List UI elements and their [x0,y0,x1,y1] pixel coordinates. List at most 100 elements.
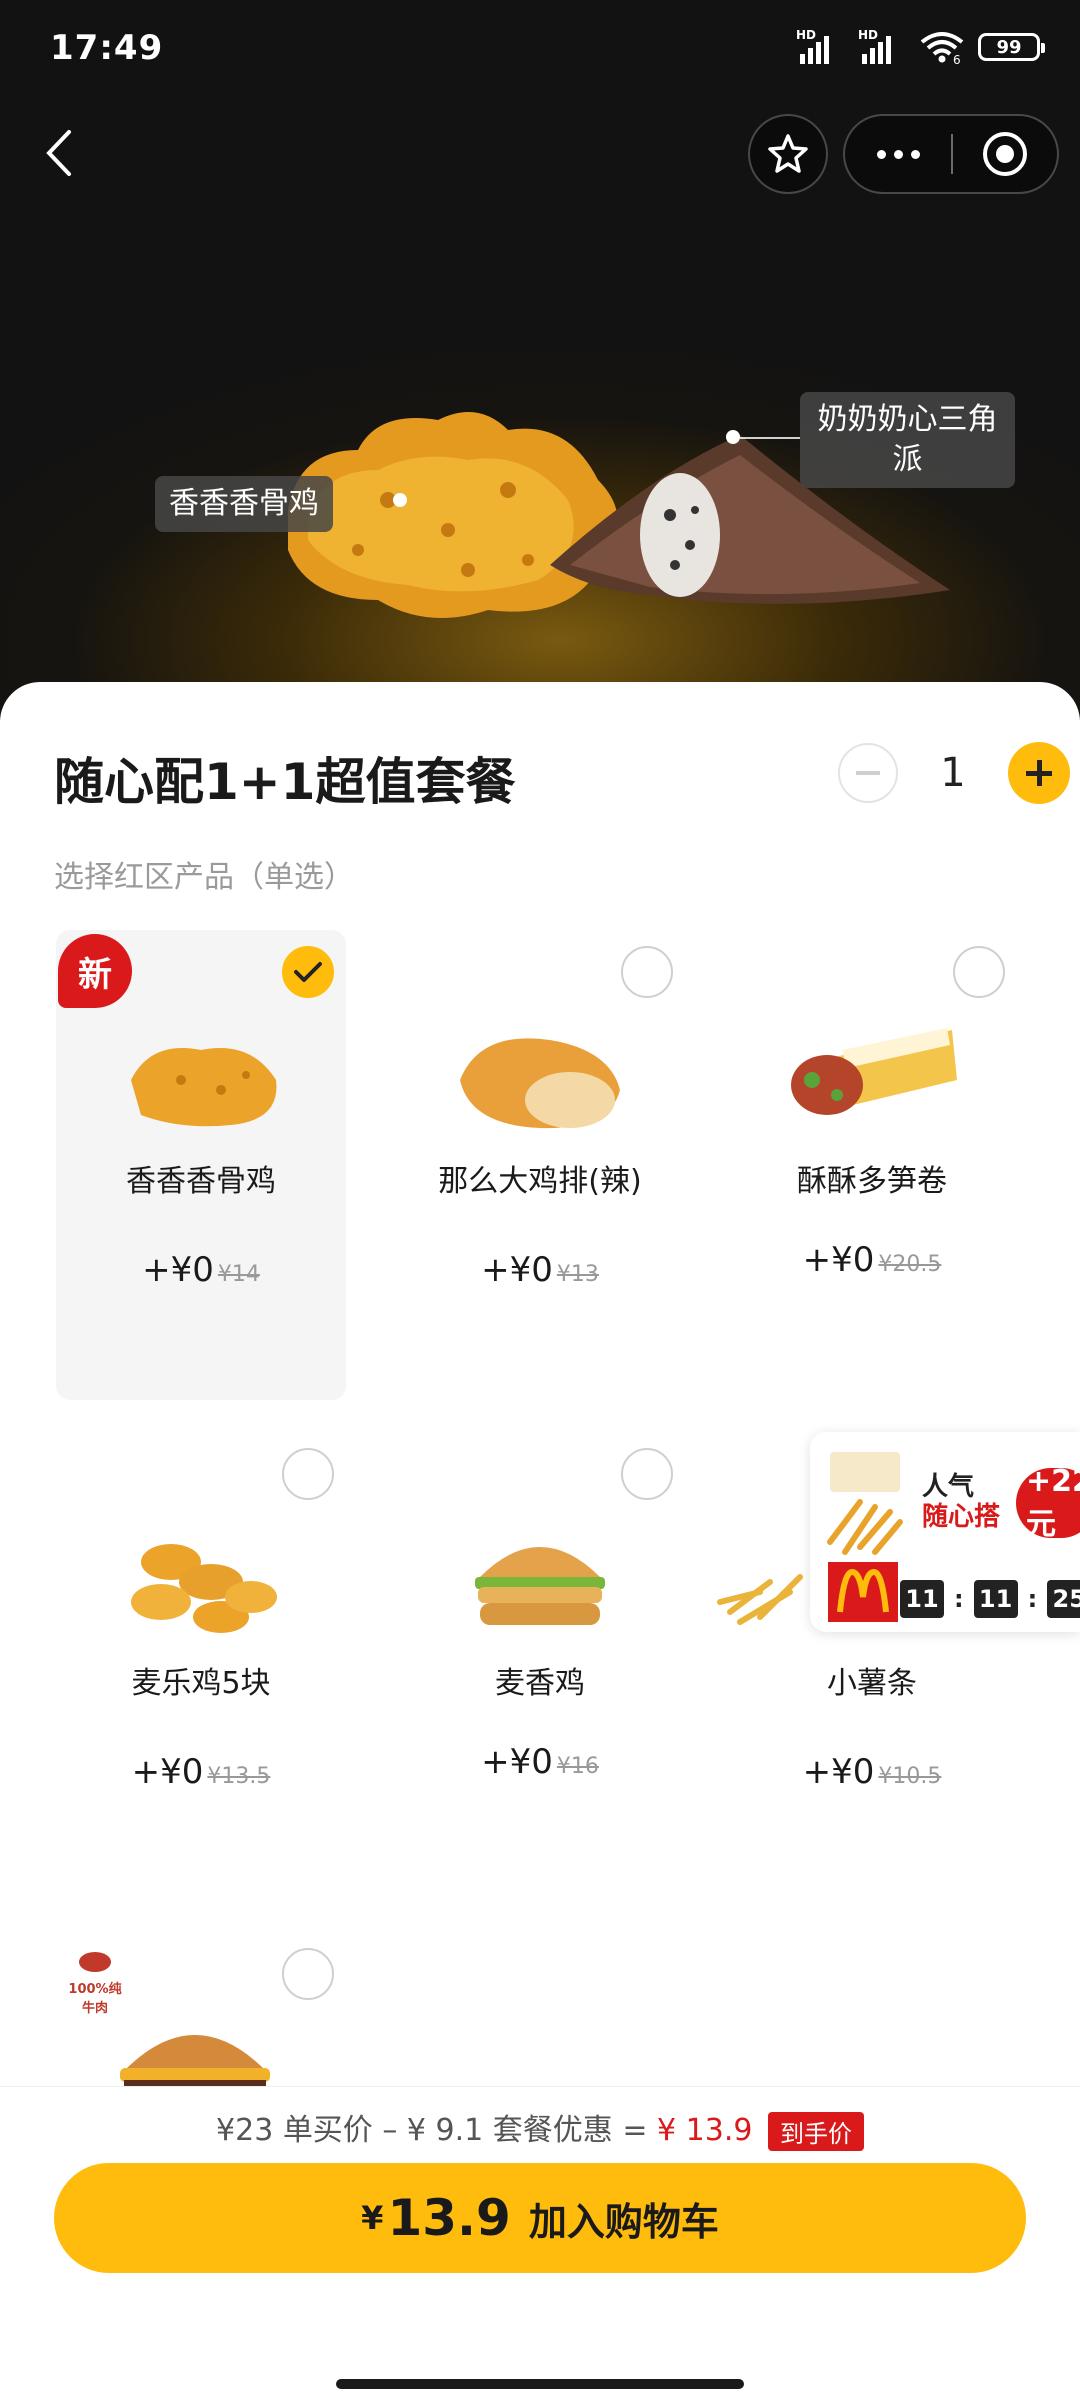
mini-program-capsule [843,114,1059,194]
hotspot-line [740,437,800,439]
wifi-icon: 6 [920,32,964,64]
option-name: 那么大鸡排(辣) [438,1164,642,1199]
option-card-nuggets[interactable]: 麦乐鸡5块 +¥0 ¥13.5 [56,1432,346,1902]
combo-discount: ¥ 9.1 套餐优惠 [406,2113,613,2148]
status-bar: 17:49 HD HD 6 99 [0,0,1080,100]
status-icons: HD HD 6 99 [796,28,1045,64]
price-add: +¥0 [481,1250,553,1290]
check-icon [294,962,322,982]
food-image [131,1544,277,1633]
price-original: ¥20.5 [878,1252,942,1277]
cta-amount: 13.9 [387,2189,511,2247]
promo-line1: 人气 [922,1472,975,1502]
battery-icon: 99 [978,33,1045,61]
timer-seconds: 25 [1047,1580,1080,1618]
option-radio-selected[interactable] [282,946,334,998]
hero-banner: 17:49 HD HD 6 99 香香香骨鸡 奶奶奶心三角派 [0,0,1080,720]
option-name: 香香香骨鸡 [126,1164,276,1199]
timer-hours: 11 [900,1580,944,1618]
hero-tag-pie: 奶奶奶心三角派 [800,392,1015,488]
option-price: +¥0 ¥16 [395,1742,685,1782]
minus-sign: – [382,2113,398,2148]
promo-line2: 随心搭 [922,1502,1001,1532]
battery-level: 99 [996,36,1022,58]
food-image [791,1028,957,1115]
option-price: +¥0 ¥20.5 [727,1240,1017,1280]
decrease-button[interactable] [838,743,898,803]
promo-popup[interactable]: 人气 随心搭 +22元 11: 11: 25 [810,1432,1080,1632]
timer-minutes: 11 [973,1580,1018,1618]
back-button[interactable] [28,118,88,188]
final-price-chip: 到手价 [767,2112,864,2151]
increase-button[interactable] [1008,742,1070,804]
option-radio[interactable] [621,946,673,998]
close-miniprogram-button[interactable] [953,114,1057,194]
price-add: +¥0 [142,1250,214,1290]
wifi-label: 6 [953,53,961,64]
price-original: ¥10.5 [878,1764,942,1789]
chevron-left-icon [46,130,71,176]
option-card-big-chicken-cutlet[interactable]: 那么大鸡排(辣) +¥0 ¥13 [395,930,685,1400]
price-add: +¥0 [131,1752,204,1792]
price-add: +¥0 [481,1742,553,1782]
option-card-bamboo-wrap[interactable]: 酥酥多笋卷 +¥0 ¥20.5 [727,930,1017,1400]
hero-tag-chicken: 香香香骨鸡 [155,476,333,532]
food-image [475,1547,605,1625]
food-image [131,1048,277,1127]
target-icon [982,132,1027,176]
signal-icon: HD [796,28,844,64]
price-add: +¥0 [802,1752,875,1792]
product-title: 随心配1+1超值套餐 [54,753,516,811]
cta-currency: ¥ [361,2199,384,2237]
price-original: ¥13 [556,1262,599,1287]
status-time: 17:49 [50,28,164,68]
cow-icon [79,1952,111,1972]
quantity-value: 1 [940,750,966,796]
section-label: 选择红区产品（单选） [54,860,354,895]
option-radio[interactable] [621,1448,673,1500]
countdown-timer: 11: 11: 25 [900,1580,1080,1618]
price-original: ¥13.5 [207,1764,271,1789]
option-name: 麦香鸡 [495,1666,585,1701]
add-to-cart-button[interactable]: ¥ 13.9 加入购物车 [54,2163,1026,2273]
quantity-stepper: 1 [838,740,1070,806]
new-badge: 新 [58,934,132,1008]
minus-icon [856,771,880,775]
option-name: 小薯条 [827,1666,917,1701]
hotspot-dot-2 [726,430,740,444]
option-price: +¥0 ¥13.5 [56,1752,346,1792]
promo-title: 人气 随心搭 [922,1472,1000,1532]
price-summary: ¥23 单买价 – ¥ 9.1 套餐优惠 = ¥ 13.9 到手价 [0,2105,1080,2151]
option-radio[interactable] [953,946,1005,998]
food-image [460,1038,620,1129]
option-price: +¥0 ¥13 [395,1250,685,1290]
beef-badge-text: 100%纯牛肉 [68,1982,122,2016]
checkout-bar: ¥23 单买价 – ¥ 9.1 套餐优惠 = ¥ 13.9 到手价 ¥ 13.9… [0,2086,1080,2400]
option-price: +¥0 ¥10.5 [727,1752,1017,1792]
favorite-button[interactable] [748,114,828,194]
equals-sign: = [622,2113,648,2148]
home-indicator[interactable] [336,2379,744,2389]
price-original: ¥16 [556,1754,599,1779]
cta-label: 加入购物车 [528,2199,719,2244]
option-radio[interactable] [282,1948,334,2000]
fries-promo-icon [827,1452,903,1555]
signal-icon-2: HD [858,28,906,64]
option-radio[interactable] [282,1448,334,1500]
final-price: ¥ 13.9 [657,2113,753,2148]
promo-plus-badge: +22元 [1016,1464,1080,1542]
option-card-mcchicken[interactable]: 麦香鸡 +¥0 ¥16 [395,1432,685,1902]
star-icon [768,134,808,173]
mcdonalds-logo-icon [828,1562,898,1622]
option-name: 酥酥多笋卷 [797,1164,947,1199]
more-button[interactable] [845,114,951,194]
beef-badge: 100%纯牛肉 [62,1950,128,2016]
hotspot-dot [393,493,407,507]
option-name: 麦乐鸡5块 [131,1666,271,1701]
single-price: ¥23 单买价 [216,2113,373,2148]
food-image-beef-burger [120,2035,270,2090]
price-original: ¥14 [217,1262,260,1287]
price-add: +¥0 [802,1240,875,1280]
option-card-xiangxiang-chicken[interactable]: 新 香香香骨鸡 +¥0 ¥14 [56,930,346,1400]
option-price: +¥0 ¥14 [56,1250,346,1290]
